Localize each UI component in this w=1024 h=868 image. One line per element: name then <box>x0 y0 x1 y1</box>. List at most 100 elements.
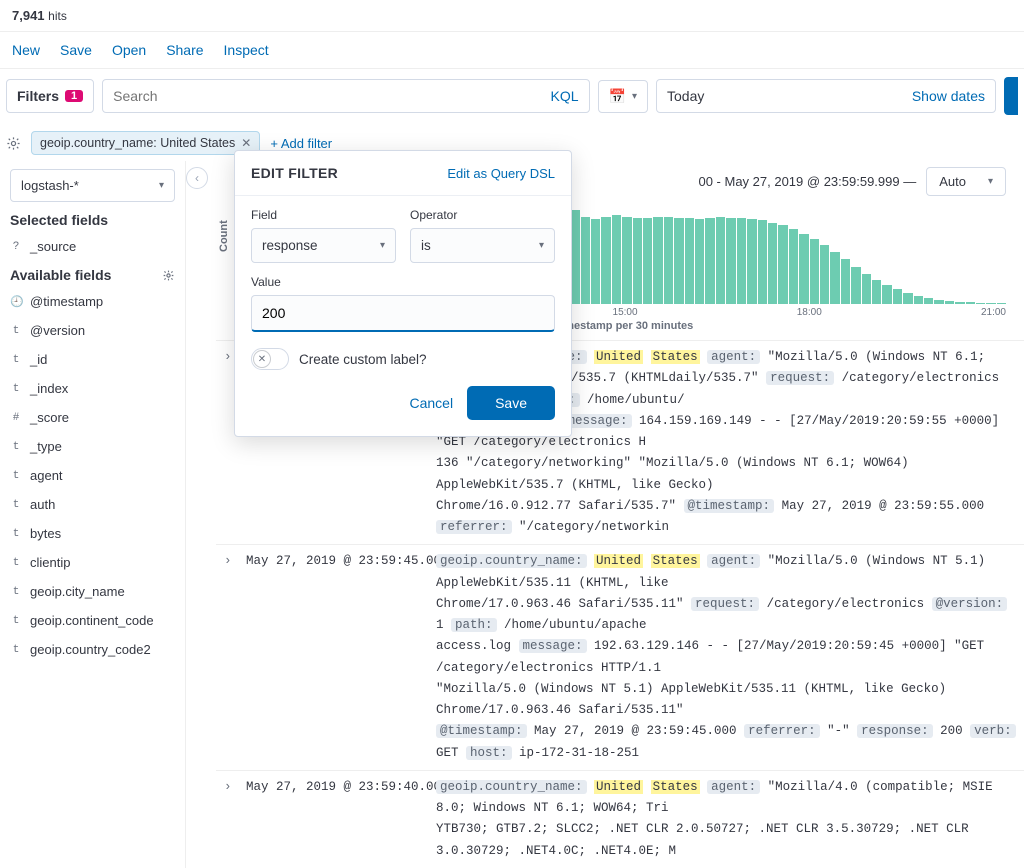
edit-query-dsl-link[interactable]: Edit as Query DSL <box>447 166 555 181</box>
histogram-bar[interactable] <box>612 215 621 304</box>
histogram-bar[interactable] <box>695 219 704 304</box>
histogram-bar[interactable] <box>976 303 985 304</box>
field-row[interactable]: tclientip <box>10 548 175 577</box>
histogram-bar[interactable] <box>799 234 808 304</box>
field-row[interactable]: t_type <box>10 432 175 461</box>
histogram-bar[interactable] <box>726 218 735 304</box>
expand-icon[interactable]: › <box>224 551 236 764</box>
menu-save[interactable]: Save <box>60 42 92 58</box>
histogram-bar[interactable] <box>789 229 798 304</box>
field-select[interactable]: response ▾ <box>251 228 396 263</box>
cancel-button[interactable]: Cancel <box>409 395 453 411</box>
histogram-bar[interactable] <box>945 301 954 304</box>
histogram-bar[interactable] <box>591 219 600 304</box>
histogram-bar[interactable] <box>716 217 725 305</box>
histogram-bar[interactable] <box>966 302 975 304</box>
field-row[interactable]: tauth <box>10 490 175 519</box>
document-row: › May 27, 2019 @ 23:59:40.000 geoip.coun… <box>216 770 1024 868</box>
histogram-bar[interactable] <box>643 218 652 304</box>
histogram-bar[interactable] <box>737 218 746 304</box>
add-filter-link[interactable]: + Add filter <box>270 136 332 151</box>
histogram-bar[interactable] <box>955 302 964 305</box>
sidebar-collapse-button[interactable]: ‹ <box>186 167 208 189</box>
field-row[interactable]: tgeoip.country_code2 <box>10 635 175 664</box>
search-container[interactable]: KQL <box>102 79 589 113</box>
field-type-icon: t <box>10 557 22 569</box>
histogram-bar[interactable] <box>986 303 995 304</box>
histogram-bar[interactable] <box>903 293 912 304</box>
histogram-bar[interactable] <box>758 220 767 304</box>
sidebar: logstash-* ▾ Selected fields ?_source Av… <box>0 161 186 868</box>
field-row[interactable]: #_score <box>10 403 175 432</box>
field-name: geoip.city_name <box>30 584 125 599</box>
histogram-bar[interactable] <box>810 239 819 304</box>
chevron-down-icon: ▾ <box>159 180 164 191</box>
hits-label: hits <box>48 9 67 23</box>
menu-open[interactable]: Open <box>112 42 146 58</box>
histogram-bar[interactable] <box>830 252 839 305</box>
custom-label-toggle[interactable]: ✕ <box>251 348 289 370</box>
chevron-down-icon: ▾ <box>988 176 993 187</box>
histogram-bar[interactable] <box>893 289 902 304</box>
filters-label: Filters <box>17 88 59 104</box>
menu-inspect[interactable]: Inspect <box>224 42 269 58</box>
save-button[interactable]: Save <box>467 386 555 420</box>
search-input[interactable] <box>113 88 550 104</box>
histogram-bar[interactable] <box>934 300 943 305</box>
histogram-bar[interactable] <box>664 217 673 305</box>
histogram-bar[interactable] <box>685 218 694 304</box>
value-input[interactable] <box>251 295 555 332</box>
field-name: geoip.continent_code <box>30 613 154 628</box>
field-label: Field <box>251 208 396 222</box>
histogram-bar[interactable] <box>747 219 756 304</box>
document-row: › May 27, 2019 @ 23:59:45.000 geoip.coun… <box>216 544 1024 770</box>
histogram-bar[interactable] <box>851 267 860 305</box>
field-name: @timestamp <box>30 294 103 309</box>
histogram-bar[interactable] <box>778 225 787 304</box>
histogram-bar[interactable] <box>581 217 590 305</box>
interval-select[interactable]: Auto ▾ <box>926 167 1006 196</box>
field-row[interactable]: tagent <box>10 461 175 490</box>
filters-button[interactable]: Filters 1 <box>6 79 94 113</box>
filter-pill[interactable]: geoip.country_name: United States ✕ <box>31 131 260 155</box>
operator-select[interactable]: is ▾ <box>410 228 555 263</box>
histogram-bar[interactable] <box>653 217 662 305</box>
close-icon[interactable]: ✕ <box>241 136 251 150</box>
doc-timestamp: May 27, 2019 @ 23:59:40.000 <box>246 777 426 862</box>
histogram-bar[interactable] <box>872 280 881 304</box>
menu-share[interactable]: Share <box>166 42 203 58</box>
histogram-bar[interactable] <box>862 274 871 304</box>
field-row[interactable]: 🕘@timestamp <box>10 287 175 316</box>
histogram-bar[interactable] <box>768 223 777 304</box>
menu-new[interactable]: New <box>12 42 40 58</box>
expand-icon[interactable]: › <box>224 777 236 862</box>
field-row[interactable]: t_id <box>10 345 175 374</box>
date-range-button[interactable]: Today Show dates <box>656 79 996 113</box>
histogram-bar[interactable] <box>633 218 642 304</box>
close-icon: ✕ <box>258 354 266 365</box>
histogram-bar[interactable] <box>914 296 923 304</box>
histogram-bar[interactable] <box>997 303 1006 304</box>
refresh-button[interactable] <box>1004 77 1018 115</box>
field-row[interactable]: tgeoip.continent_code <box>10 606 175 635</box>
histogram-bar[interactable] <box>601 217 610 305</box>
index-pattern-select[interactable]: logstash-* ▾ <box>10 169 175 202</box>
field-row[interactable]: t@version <box>10 316 175 345</box>
filter-settings-icon[interactable] <box>6 136 21 151</box>
kql-toggle[interactable]: KQL <box>551 88 579 104</box>
show-dates-link[interactable]: Show dates <box>912 88 985 104</box>
histogram-bar[interactable] <box>674 218 683 304</box>
histogram-bar[interactable] <box>882 285 891 304</box>
field-row[interactable]: t geoip.city_name <box>10 577 175 606</box>
field-row[interactable]: ?_source <box>10 232 175 261</box>
histogram-bar[interactable] <box>820 245 829 304</box>
calendar-button[interactable]: 📅 ▾ <box>598 80 648 113</box>
histogram-bar[interactable] <box>622 217 631 305</box>
histogram-bar[interactable] <box>841 259 850 304</box>
field-type-icon: t <box>10 586 22 598</box>
histogram-bar[interactable] <box>705 218 714 304</box>
histogram-bar[interactable] <box>924 298 933 304</box>
gear-icon[interactable] <box>162 269 175 282</box>
field-row[interactable]: tbytes <box>10 519 175 548</box>
field-row[interactable]: t_index <box>10 374 175 403</box>
